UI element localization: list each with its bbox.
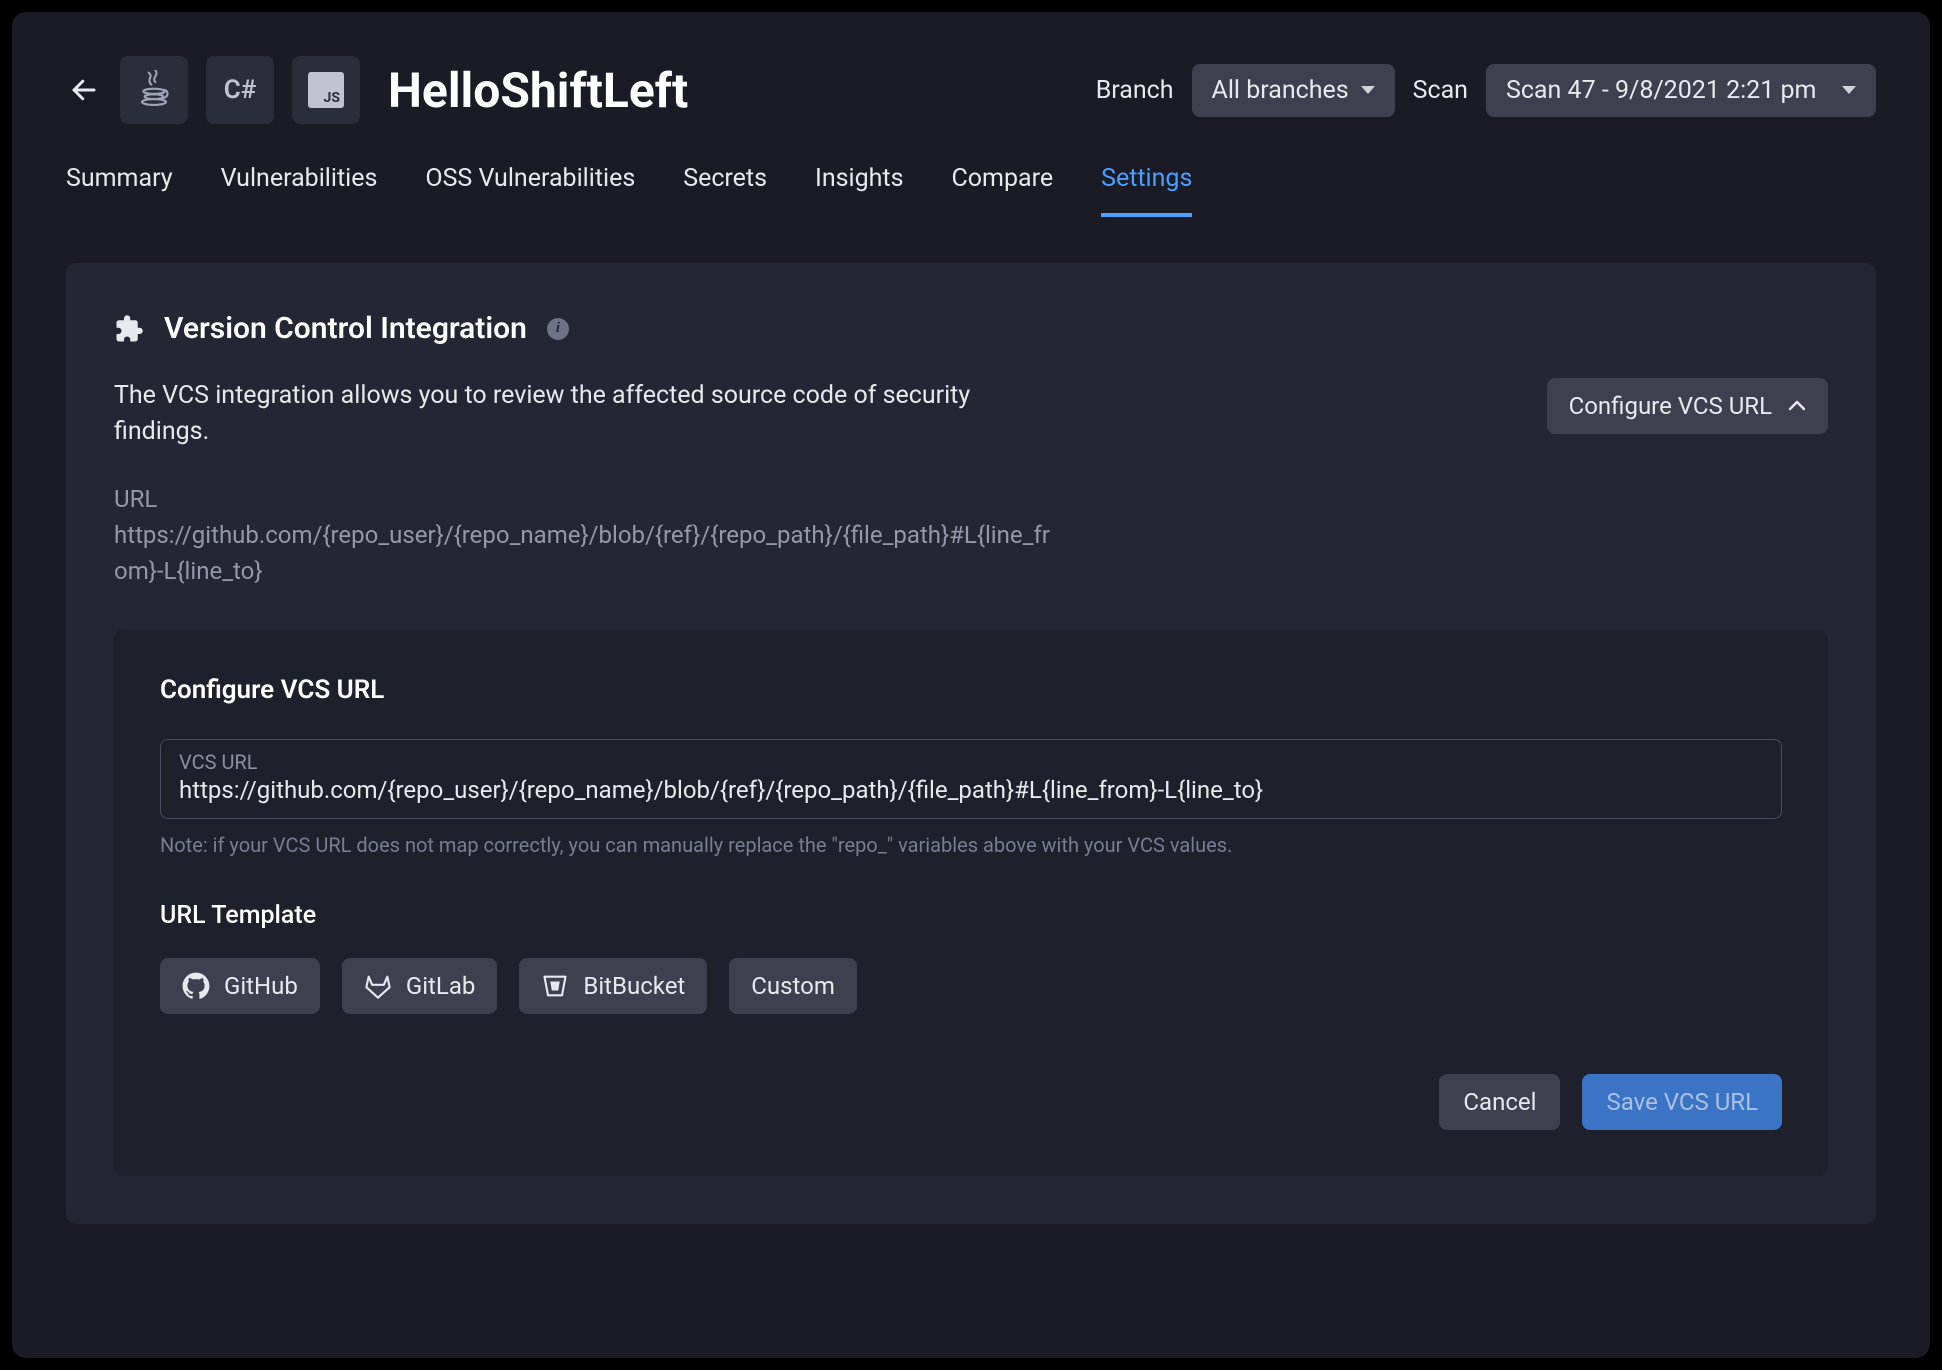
template-github[interactable]: GitHub [160,958,320,1014]
app-title: HelloShiftLeft [388,62,688,119]
bitbucket-icon [541,972,569,1000]
scan-value: Scan 47 - 9/8/2021 2:21 pm [1506,76,1816,105]
tab-compare[interactable]: Compare [952,164,1054,217]
tab-settings[interactable]: Settings [1101,164,1192,217]
tab-summary[interactable]: Summary [66,164,173,217]
form-title: Configure VCS URL [160,675,1782,705]
tab-secrets[interactable]: Secrets [683,164,767,217]
url-value: https://github.com/{repo_user}/{repo_nam… [114,517,1054,589]
vcs-url-input-wrap[interactable]: VCS URL [160,739,1782,819]
template-label-text: BitBucket [583,972,685,1000]
template-label-text: GitLab [406,972,476,1000]
configure-form: Configure VCS URL VCS URL Note: if your … [114,629,1828,1176]
puzzle-icon [114,314,144,344]
vcs-panel: Version Control Integration i The VCS in… [66,263,1876,1224]
template-gitlab[interactable]: GitLab [342,958,498,1014]
configure-label: Configure VCS URL [1569,392,1772,420]
scan-label: Scan [1413,76,1468,105]
template-label-text: GitHub [224,972,298,1000]
js-icon: JS [292,56,360,124]
cancel-button[interactable]: Cancel [1439,1074,1560,1130]
caret-down-icon [1842,86,1856,94]
branch-dropdown[interactable]: All branches [1192,64,1395,117]
chevron-up-icon [1788,400,1806,412]
panel-description: The VCS integration allows you to review… [114,378,974,451]
tab-oss-vulnerabilities[interactable]: OSS Vulnerabilities [425,164,635,217]
tabs-nav: Summary Vulnerabilities OSS Vulnerabilit… [66,164,1876,217]
template-bitbucket[interactable]: BitBucket [519,958,707,1014]
github-icon [182,972,210,1000]
branch-label: Branch [1096,76,1174,105]
info-icon[interactable]: i [547,318,569,340]
tab-insights[interactable]: Insights [815,164,903,217]
java-icon [120,56,188,124]
template-label-text: Custom [751,972,835,1000]
tab-vulnerabilities[interactable]: Vulnerabilities [221,164,378,217]
branch-value: All branches [1212,76,1349,105]
panel-title: Version Control Integration [164,311,527,346]
vcs-url-input[interactable] [179,776,1763,804]
caret-down-icon [1361,86,1375,94]
csharp-icon: C# [206,56,274,124]
url-label: URL [114,485,1828,513]
gitlab-icon [364,972,392,1000]
input-label: VCS URL [179,750,1763,774]
back-button[interactable] [66,72,102,108]
scan-dropdown[interactable]: Scan 47 - 9/8/2021 2:21 pm [1486,64,1876,117]
template-label: URL Template [160,901,1782,930]
configure-vcs-toggle[interactable]: Configure VCS URL [1547,378,1828,434]
template-custom[interactable]: Custom [729,958,857,1014]
save-button[interactable]: Save VCS URL [1582,1074,1782,1130]
form-note: Note: if your VCS URL does not map corre… [160,833,1782,857]
